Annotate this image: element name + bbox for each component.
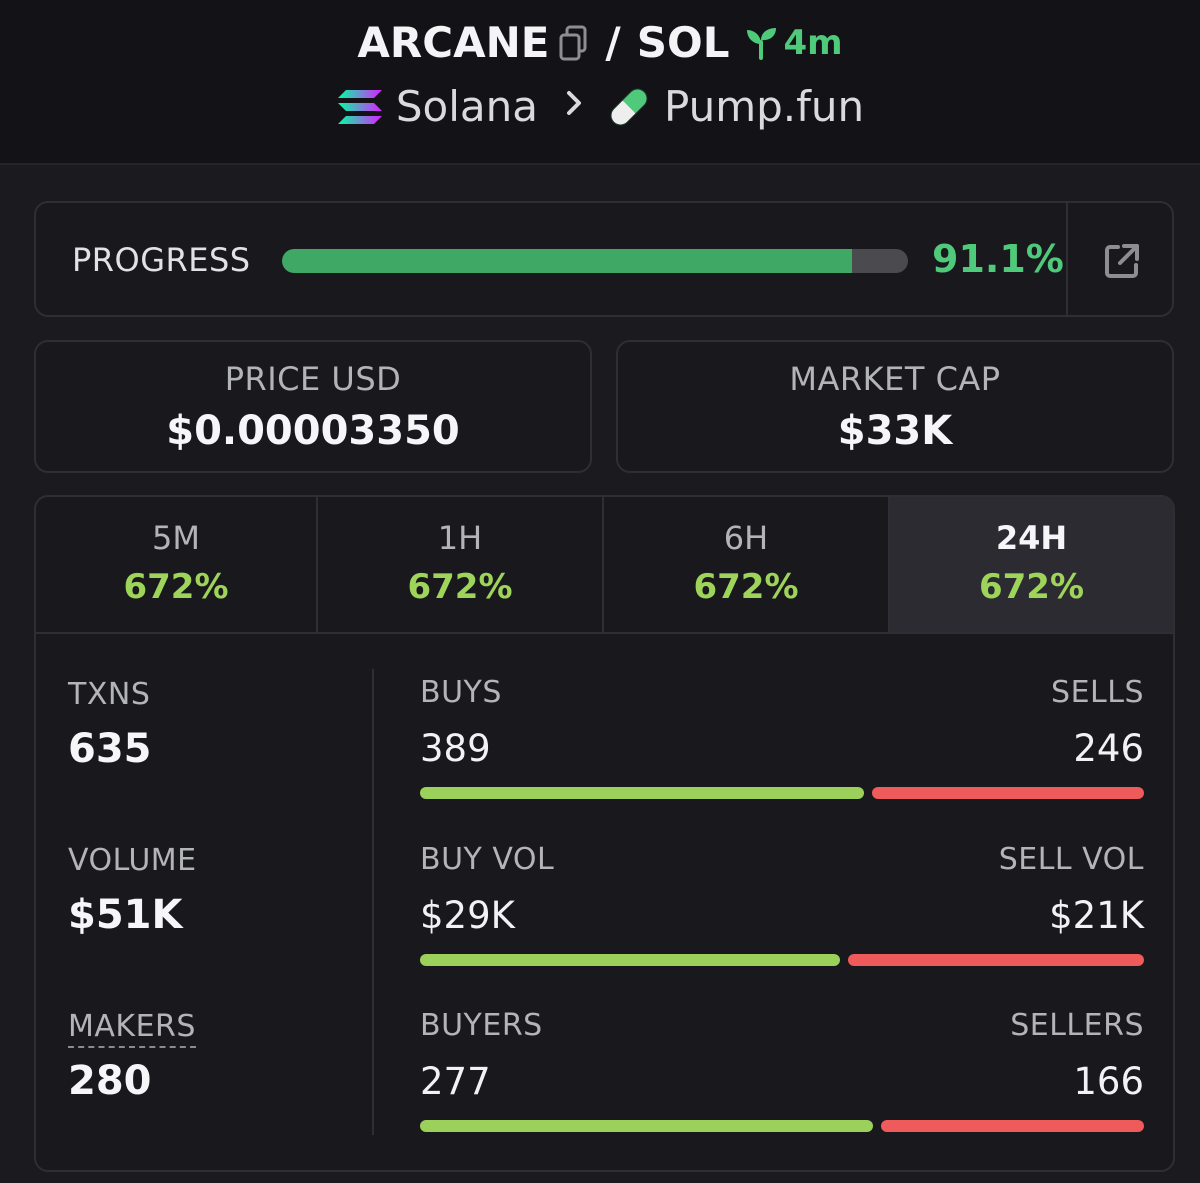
pair-separator: / — [605, 18, 621, 67]
price-usd-card: PRICE USD $0.00003350 — [34, 340, 592, 473]
volume-label: VOLUME — [68, 843, 197, 878]
tab-1h[interactable]: 1H 672% — [318, 497, 604, 632]
sellers-label: SELLERS — [1010, 1008, 1144, 1043]
divider — [372, 669, 374, 1135]
sell-vol-value: $21K — [1049, 894, 1144, 937]
external-link-icon[interactable] — [1102, 241, 1142, 285]
sell-bar — [871, 787, 1144, 799]
txns-label: TXNS — [68, 677, 151, 712]
makers-metric: MAKERS 280 — [68, 1009, 196, 1104]
buyers-value: 277 — [420, 1060, 491, 1103]
buyers-label: BUYERS — [420, 1008, 543, 1043]
buys-sells-row: BUYS SELLS 389 246 — [420, 675, 1144, 805]
tab-label: 6H — [723, 519, 769, 557]
price-usd-label: PRICE USD — [224, 360, 402, 398]
sellers-value: 166 — [1073, 1060, 1144, 1103]
sell-vol-label: SELL VOL — [998, 842, 1144, 877]
tab-label: 1H — [437, 519, 483, 557]
sell-bar — [847, 954, 1144, 966]
pair-header: ARCANE / SOL 4m Solana Pump.fun — [0, 0, 1200, 165]
chain-link[interactable]: Solana — [396, 82, 538, 131]
progress-percent: 91.1% — [932, 237, 1064, 281]
sells-label: SELLS — [1051, 675, 1144, 710]
price-usd-value: $0.00003350 — [166, 408, 460, 454]
tab-label: 5M — [152, 519, 200, 557]
breadcrumb: Solana Pump.fun — [0, 82, 1200, 131]
solana-logo-icon — [336, 87, 384, 127]
stats-card: 5M 672% 1H 672% 6H 672% 24H 672% TXNS 63… — [34, 495, 1175, 1172]
tab-6h[interactable]: 6H 672% — [604, 497, 890, 632]
buy-vol-value: $29K — [420, 894, 515, 937]
sell-bar — [880, 1120, 1144, 1132]
tab-change: 672% — [407, 567, 513, 607]
makers-value: 280 — [68, 1058, 152, 1104]
market-cap-label: MARKET CAP — [789, 360, 1001, 398]
divider — [1066, 203, 1068, 315]
pill-icon — [606, 84, 652, 130]
tab-label: 24H — [995, 519, 1068, 557]
progress-label: PROGRESS — [72, 241, 251, 279]
buy-vol-label: BUY VOL — [420, 842, 555, 877]
tab-change: 672% — [978, 567, 1085, 607]
progress-bar — [282, 249, 908, 273]
sells-value: 246 — [1073, 727, 1144, 770]
tab-24h[interactable]: 24H 672% — [890, 497, 1173, 632]
tab-change: 672% — [693, 567, 799, 607]
timeframe-tabs: 5M 672% 1H 672% 6H 672% 24H 672% — [36, 497, 1173, 634]
pair-title-row: ARCANE / SOL 4m — [0, 18, 1200, 67]
buys-value: 389 — [420, 727, 491, 770]
makers-label[interactable]: MAKERS — [68, 1009, 196, 1048]
pair-age: 4m — [743, 22, 843, 63]
tab-5m[interactable]: 5M 672% — [36, 497, 318, 632]
buy-bar — [420, 954, 840, 966]
market-cap-value: $33K — [837, 408, 953, 454]
buy-sell-ratio-bar — [420, 954, 1144, 966]
volume-value: $51K — [68, 892, 183, 938]
bonding-progress-card: PROGRESS 91.1% — [34, 201, 1174, 317]
market-cap-card: MARKET CAP $33K — [616, 340, 1174, 473]
sprout-icon — [747, 27, 777, 60]
buy-sell-ratio-bar — [420, 1120, 1144, 1132]
dex-link[interactable]: Pump.fun — [664, 82, 864, 131]
chevron-right-icon — [564, 87, 584, 127]
buys-label: BUYS — [420, 675, 502, 710]
quote-symbol: SOL — [636, 18, 730, 67]
pair-age-value: 4m — [783, 22, 843, 63]
buy-sell-volume-row: BUY VOL SELL VOL $29K $21K — [420, 842, 1144, 972]
progress-bar-fill — [282, 249, 853, 273]
buy-bar — [420, 787, 864, 799]
token-symbol: ARCANE — [357, 18, 550, 67]
buy-sell-ratio-bar — [420, 787, 1144, 799]
txns-value: 635 — [68, 726, 152, 772]
copy-icon[interactable] — [557, 23, 591, 63]
buy-bar — [420, 1120, 873, 1132]
txns-metric: TXNS 635 — [68, 677, 152, 772]
volume-metric: VOLUME $51K — [68, 843, 197, 938]
tab-change: 672% — [123, 567, 229, 607]
buyers-sellers-row: BUYERS SELLERS 277 166 — [420, 1008, 1144, 1138]
